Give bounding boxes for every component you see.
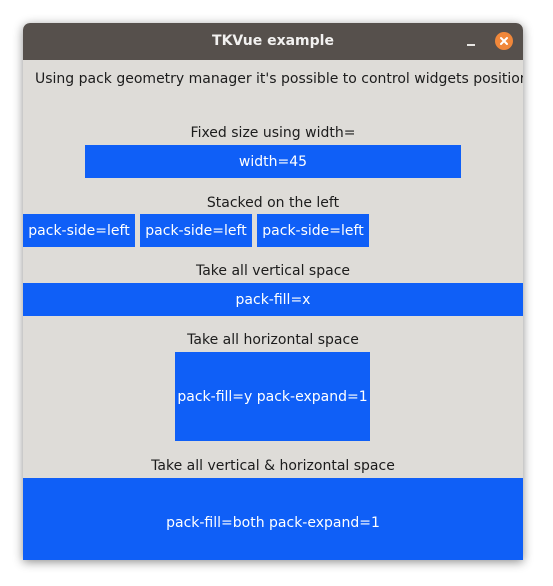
pack-fill-y-button[interactable]: pack-fill=y pack-expand=1	[175, 352, 370, 441]
pack-side-left-button-2[interactable]: pack-side=left	[140, 214, 252, 247]
pack-side-left-button-1[interactable]: pack-side=left	[23, 214, 135, 247]
window-content: Using pack geometry manager it's possibl…	[23, 60, 523, 560]
close-icon	[500, 37, 508, 45]
pack-fill-both-button[interactable]: pack-fill=both pack-expand=1	[23, 478, 523, 560]
minimize-button[interactable]	[463, 32, 481, 50]
intro-text: Using pack geometry manager it's possibl…	[35, 71, 523, 87]
vertical-space-label: Take all vertical space	[195, 263, 350, 279]
close-button[interactable]	[495, 32, 513, 50]
horizontal-space-label: Take all horizontal space	[187, 332, 359, 348]
title-bar[interactable]: TKVue example	[23, 23, 523, 60]
window-title: TKVue example	[212, 33, 334, 49]
stacked-left-label: Stacked on the left	[206, 195, 340, 211]
both-space-label: Take all vertical & horizontal space	[151, 458, 395, 474]
pack-side-left-button-3[interactable]: pack-side=left	[257, 214, 369, 247]
pack-fill-x-button[interactable]: pack-fill=x	[23, 283, 523, 316]
app-window: TKVue example Using pack geometry manage…	[23, 23, 523, 560]
width-45-button[interactable]: width=45	[85, 145, 461, 178]
minimize-icon	[467, 44, 475, 46]
fixed-size-label: Fixed size using width=	[190, 125, 356, 141]
